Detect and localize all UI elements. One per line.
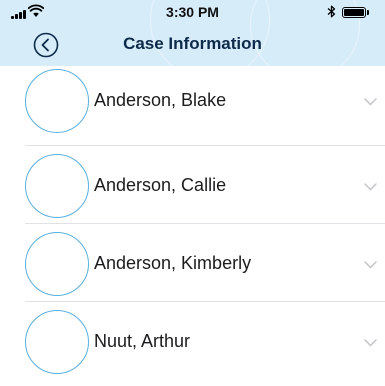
chevron-down-icon[interactable] [364, 261, 377, 269]
header: 3:30 PM Case Information [0, 0, 385, 66]
battery-level [344, 9, 364, 16]
battery-tip [367, 10, 369, 15]
battery-icon [342, 7, 366, 18]
list-item[interactable]: Anderson, Blake [0, 66, 385, 146]
chevron-down-icon[interactable] [364, 98, 377, 106]
contact-name: Nuut, Arthur [94, 331, 191, 351]
page-title: Case Information [123, 34, 262, 53]
chevron-down-icon[interactable] [364, 339, 377, 347]
list-item[interactable]: Anderson, Kimberly [0, 224, 385, 302]
avatar [25, 310, 89, 374]
nav-bar: Case Information [0, 24, 385, 64]
contact-name: Anderson, Blake [94, 90, 227, 110]
status-bar: 3:30 PM [0, 0, 385, 22]
avatar [25, 232, 89, 296]
chevron-down-icon[interactable] [364, 183, 377, 191]
avatar [25, 69, 89, 133]
list-item[interactable]: Anderson, Callie [0, 146, 385, 224]
contact-name: Anderson, Kimberly [94, 253, 252, 273]
list-item[interactable]: Nuut, Arthur [0, 302, 385, 380]
contact-name: Anderson, Callie [94, 175, 227, 195]
avatar [25, 154, 89, 218]
contact-list: Anderson, Blake Anderson, Callie Anderso… [0, 66, 385, 380]
bluetooth-icon [327, 5, 336, 18]
